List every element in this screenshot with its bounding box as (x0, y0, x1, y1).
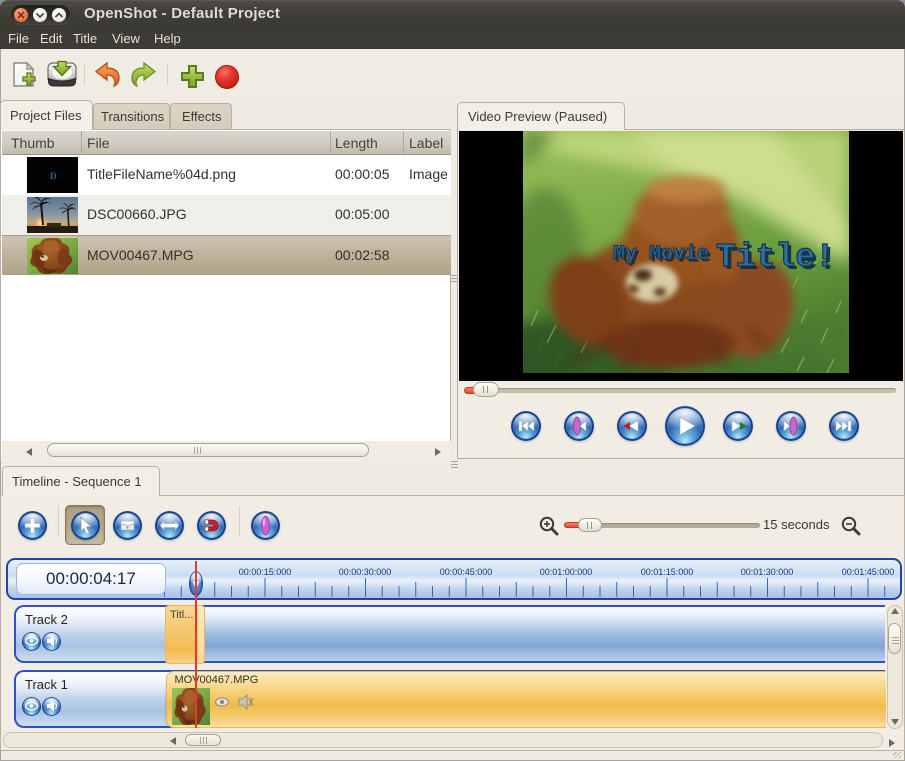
svg-text:Title!: Title! (716, 239, 835, 276)
svg-text:My Movie: My Movie (613, 243, 709, 266)
svg-text:D: D (50, 171, 57, 181)
